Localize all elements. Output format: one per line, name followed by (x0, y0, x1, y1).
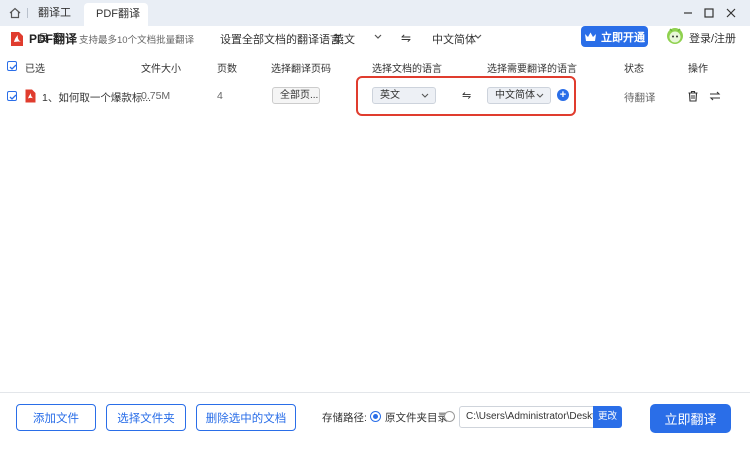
login-register-link[interactable]: 登录/注册 (689, 30, 736, 46)
page-count: 4 (217, 90, 223, 102)
page-range-value: 全部页... (280, 90, 319, 101)
tab-close-icon[interactable]: × (134, 3, 140, 26)
chevron-down-icon (421, 93, 429, 98)
chevron-down-icon[interactable] (473, 33, 483, 41)
column-page-range: 选择翻译页码 (271, 64, 331, 75)
crown-icon (585, 32, 596, 41)
header-target-language-select[interactable]: 中文简体 (432, 31, 476, 47)
row-swap-language-icon[interactable]: ⇋ (462, 89, 471, 102)
column-status: 状态 (624, 64, 644, 75)
tab-pdf-translate[interactable]: PDF翻译 × (84, 3, 148, 26)
add-file-button[interactable]: 添加文件 (16, 404, 96, 431)
pdf-logo-icon (11, 32, 23, 46)
avatar[interactable] (666, 25, 684, 45)
translate-now-label: 立即翻译 (664, 412, 717, 427)
delete-icon[interactable] (687, 90, 699, 102)
column-file-size: 文件大小 (141, 64, 181, 75)
close-icon (726, 8, 736, 18)
header-source-language-select[interactable]: 英文 (333, 31, 355, 47)
column-pages: 页数 (217, 64, 237, 75)
title-bar: 翻译工具 PDF翻译 × (0, 0, 750, 45)
home-icon[interactable] (9, 7, 21, 19)
minimize-button[interactable] (679, 4, 697, 22)
file-size: 0.75M (141, 90, 171, 102)
page-range-select[interactable]: 全部页... (272, 87, 320, 104)
set-all-language-label: 设置全部文档的翻译语言: (220, 34, 345, 46)
vip-activate-button[interactable]: 立即开通 (581, 26, 648, 47)
chevron-down-icon[interactable] (373, 33, 383, 41)
custom-path-radio[interactable] (444, 411, 455, 422)
column-doc-language: 选择文档的语言 (372, 64, 442, 75)
column-target-language: 选择需要翻译的语言 (487, 64, 577, 75)
original-folder-radio[interactable] (370, 411, 381, 422)
table-header: 已选 文件大小 页数 选择翻译页码 选择文档的语言 选择需要翻译的语言 状态 操… (0, 58, 750, 76)
choose-folder-button[interactable]: 选择文件夹 (106, 404, 186, 431)
home-tab[interactable]: 翻译工具 (0, 0, 80, 45)
choose-folder-label: 选择文件夹 (117, 412, 175, 425)
custom-path-field[interactable]: C:\Users\Administrator\Deskt... (459, 406, 594, 428)
storage-path-label: 存储路径: (322, 412, 367, 424)
translate-now-button[interactable]: 立即翻译 (650, 404, 731, 433)
tab-divider (27, 8, 28, 18)
check-icon (9, 94, 17, 100)
doc-language-value: 英文 (380, 90, 400, 101)
header-swap-language-icon[interactable]: ⇋ (401, 31, 411, 45)
original-folder-label[interactable]: 原文件夹目录 (385, 410, 448, 425)
delete-selected-label: 删除选中的文档 (205, 412, 287, 425)
pdf-file-icon (25, 89, 36, 103)
close-window-button[interactable] (722, 4, 740, 22)
delete-selected-button[interactable]: 删除选中的文档 (196, 404, 296, 431)
column-selected: 已选 (25, 64, 45, 75)
vip-activate-label: 立即开通 (601, 31, 645, 44)
add-file-label: 添加文件 (33, 412, 79, 425)
add-target-language-button[interactable]: + (557, 89, 569, 101)
custom-path-value: C:\Users\Administrator\Deskt... (466, 411, 594, 422)
file-name: 1、如何取一个爆款标... (42, 92, 152, 104)
table-row: 1、如何取一个爆款标... 0.75M 4 全部页... 英文 ⇋ 中文简体 +… (0, 82, 750, 112)
select-all-checkbox[interactable] (7, 61, 17, 71)
swap-icon[interactable] (709, 90, 721, 102)
row-checkbox[interactable] (7, 91, 17, 101)
header-toolbar: PDF翻译 支持最多10个文档批量翻译 设置全部文档的翻译语言: 英文 ⇋ 中文… (0, 26, 750, 54)
check-icon (9, 64, 17, 70)
tab-translate-tools[interactable]: 翻译工具 (38, 0, 80, 45)
doc-language-select[interactable]: 英文 (372, 87, 436, 104)
target-language-select[interactable]: 中文简体 (487, 87, 551, 104)
app-subtitle: 支持最多10个文档批量翻译 (79, 35, 195, 46)
app-name: PDF翻译 (29, 32, 78, 46)
minimize-icon (684, 12, 692, 14)
status-badge: 待翻译 (624, 92, 656, 104)
maximize-icon (704, 8, 714, 18)
chevron-down-icon (536, 93, 544, 98)
column-actions: 操作 (688, 64, 708, 75)
maximize-button[interactable] (700, 4, 718, 22)
target-language-value: 中文简体 (495, 90, 535, 101)
footer-bar: 添加文件 选择文件夹 删除选中的文档 存储路径: 原文件夹目录 C:\Users… (0, 392, 750, 450)
change-path-button[interactable]: 更改 (593, 406, 622, 428)
